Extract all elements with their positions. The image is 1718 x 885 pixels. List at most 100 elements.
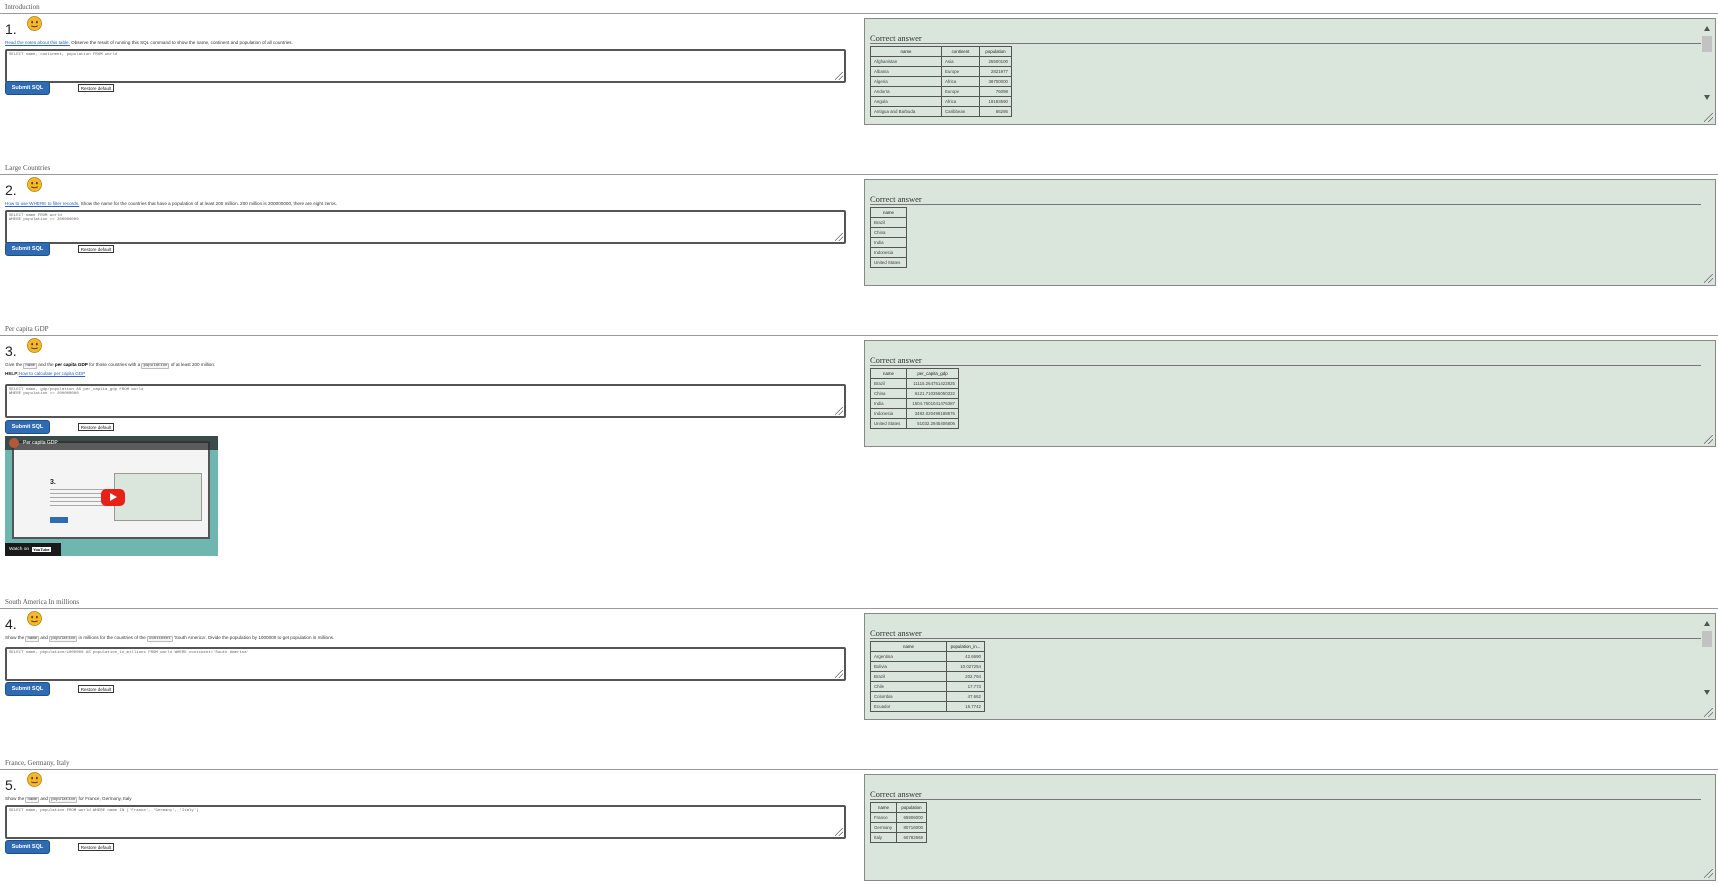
resize-grip-icon[interactable] bbox=[1704, 113, 1713, 122]
table-cell: Europe bbox=[941, 66, 980, 77]
answer-panel[interactable]: Correct answer name continent population… bbox=[864, 18, 1716, 125]
resize-grip-icon[interactable] bbox=[835, 670, 843, 678]
resize-grip-icon[interactable] bbox=[835, 828, 843, 836]
scroll-thumb[interactable] bbox=[1702, 631, 1712, 647]
sql-code: SELECT name, population/1000000 AS popul… bbox=[9, 651, 250, 655]
column-header: name bbox=[870, 802, 897, 813]
sql-code: SELECT name FROM world WHERE population … bbox=[9, 214, 79, 222]
table-cell: Albania bbox=[870, 66, 942, 77]
resize-grip-icon[interactable] bbox=[1704, 708, 1713, 717]
scroll-up-icon[interactable] bbox=[1704, 26, 1710, 31]
table-cell: Colombia bbox=[870, 691, 947, 702]
submit-sql-button[interactable]: Submit SQL bbox=[5, 242, 50, 256]
column-header: population bbox=[896, 802, 927, 813]
question-description: Give the name and the per capita GDP for… bbox=[5, 362, 215, 369]
table-cell: 86295 bbox=[979, 106, 1012, 117]
submit-sql-button[interactable]: Submit SQL bbox=[5, 420, 50, 434]
table-cell: Andorra bbox=[870, 86, 942, 97]
table-cell: Ecuador bbox=[870, 701, 947, 712]
table-cell: United States bbox=[870, 418, 907, 429]
help-link[interactable]: How to calculate per capita GDP bbox=[19, 371, 85, 376]
resize-grip-icon[interactable] bbox=[835, 233, 843, 241]
table-cell: 17.773 bbox=[946, 681, 985, 692]
question-number: 1. bbox=[5, 21, 17, 37]
submit-sql-button[interactable]: Submit SQL bbox=[5, 682, 50, 696]
restore-default-button[interactable]: Restore default bbox=[78, 245, 114, 253]
table-row: Brazil 202.794 bbox=[870, 671, 985, 682]
scroll-thumb[interactable] bbox=[1702, 36, 1712, 52]
play-icon[interactable] bbox=[101, 489, 125, 506]
table-cell: Italy bbox=[870, 832, 897, 843]
scrollbar[interactable] bbox=[1701, 618, 1713, 698]
resize-grip-icon[interactable] bbox=[1704, 869, 1713, 878]
column-header: population bbox=[979, 46, 1012, 57]
code-snippet: name bbox=[25, 797, 40, 803]
table-cell: India bbox=[870, 398, 907, 409]
table-cell: 6121.710356050322 bbox=[906, 388, 959, 399]
column-header: population_in... bbox=[946, 641, 985, 652]
video-embed[interactable]: 3. Per capita GDP Watch on YouTube bbox=[5, 436, 218, 556]
divider bbox=[0, 335, 1718, 336]
avatar bbox=[9, 438, 19, 448]
sql-input[interactable]: SELECT name FROM world WHERE population … bbox=[5, 210, 846, 244]
scroll-down-icon[interactable] bbox=[1704, 690, 1710, 695]
table-cell: Indonesia bbox=[870, 247, 907, 258]
thumbnail-panel bbox=[114, 473, 202, 521]
table-cell: Brazil bbox=[870, 671, 947, 682]
answer-panel[interactable]: Correct answer name per_capita_gdp Brazi… bbox=[864, 340, 1716, 447]
scrollbar[interactable] bbox=[1701, 23, 1713, 103]
resize-grip-icon[interactable] bbox=[835, 72, 843, 80]
restore-default-button[interactable]: Restore default bbox=[78, 84, 114, 92]
resize-grip-icon[interactable] bbox=[1704, 274, 1713, 283]
question-description: Show the name and population for France,… bbox=[5, 796, 132, 803]
section-title: Per capita GDP bbox=[5, 325, 49, 333]
code-snippet: population bbox=[141, 363, 170, 369]
table-row: Italy 60782668 bbox=[870, 832, 927, 843]
column-header: per_capita_gdp bbox=[906, 368, 959, 379]
scroll-down-icon[interactable] bbox=[1704, 95, 1710, 100]
answer-panel[interactable]: Correct answer name Brazil China India I… bbox=[864, 179, 1716, 286]
where-link[interactable]: How to use WHERE to filter records. bbox=[5, 201, 79, 206]
code-snippet: name bbox=[23, 363, 37, 369]
restore-default-button[interactable]: Restore default bbox=[78, 843, 114, 851]
divider bbox=[0, 13, 1718, 14]
table-cell: Antigua and Barbuda bbox=[870, 106, 942, 117]
table-cell: 47.662 bbox=[946, 691, 985, 702]
thumbnail-button bbox=[50, 517, 68, 523]
question-section-1: Introduction 1. Read the notes about thi… bbox=[0, 3, 1718, 125]
watch-on-youtube-button[interactable]: Watch on YouTube bbox=[5, 543, 61, 556]
answer-panel[interactable]: Correct answer name population France 659… bbox=[864, 774, 1716, 881]
sql-input[interactable]: SELECT name, continent, population FROM … bbox=[5, 49, 846, 83]
sql-input[interactable]: SELECT name, population FROM world WHERE… bbox=[5, 805, 846, 839]
table-row: Chile 17.773 bbox=[870, 681, 985, 692]
restore-default-button[interactable]: Restore default bbox=[78, 423, 114, 431]
table-row: Argentina 42.6690 bbox=[870, 651, 985, 662]
table-row: Germany 80716000 bbox=[870, 822, 927, 833]
sql-input[interactable]: SELECT name, population/1000000 AS popul… bbox=[5, 647, 846, 681]
submit-sql-button[interactable]: Submit SQL bbox=[5, 81, 50, 95]
sql-input[interactable]: SELECT name, gdp/population AS per_capit… bbox=[5, 384, 846, 418]
sql-code: SELECT name, continent, population FROM … bbox=[9, 53, 118, 57]
video-title[interactable]: Per capita GDP bbox=[23, 440, 58, 446]
table-cell: Afghanistan bbox=[870, 56, 942, 67]
table-cell: China bbox=[870, 227, 907, 238]
youtube-logo-icon: YouTube bbox=[32, 547, 51, 552]
table-cell: 65906000 bbox=[896, 812, 927, 823]
resize-grip-icon[interactable] bbox=[1704, 435, 1713, 444]
table-cell: Germany bbox=[870, 822, 897, 833]
table-cell: 10.027254 bbox=[946, 661, 985, 672]
divider bbox=[0, 769, 1718, 770]
resize-grip-icon[interactable] bbox=[835, 407, 843, 415]
question-number: 2. bbox=[5, 182, 17, 198]
code-snippet: population bbox=[49, 636, 78, 642]
submit-sql-button[interactable]: Submit SQL bbox=[5, 840, 50, 854]
scroll-up-icon[interactable] bbox=[1704, 621, 1710, 626]
table-cell: Europe bbox=[941, 86, 980, 97]
table-cell: Caribbean bbox=[941, 106, 980, 117]
description-text: for France, Germany, Italy bbox=[77, 796, 132, 801]
answer-panel[interactable]: Correct answer name population_in... Arg… bbox=[864, 613, 1716, 720]
notes-link[interactable]: Read the notes about this table. bbox=[5, 40, 70, 45]
column-header: name bbox=[870, 641, 947, 652]
restore-default-button[interactable]: Restore default bbox=[78, 685, 114, 693]
divider bbox=[0, 174, 1718, 175]
